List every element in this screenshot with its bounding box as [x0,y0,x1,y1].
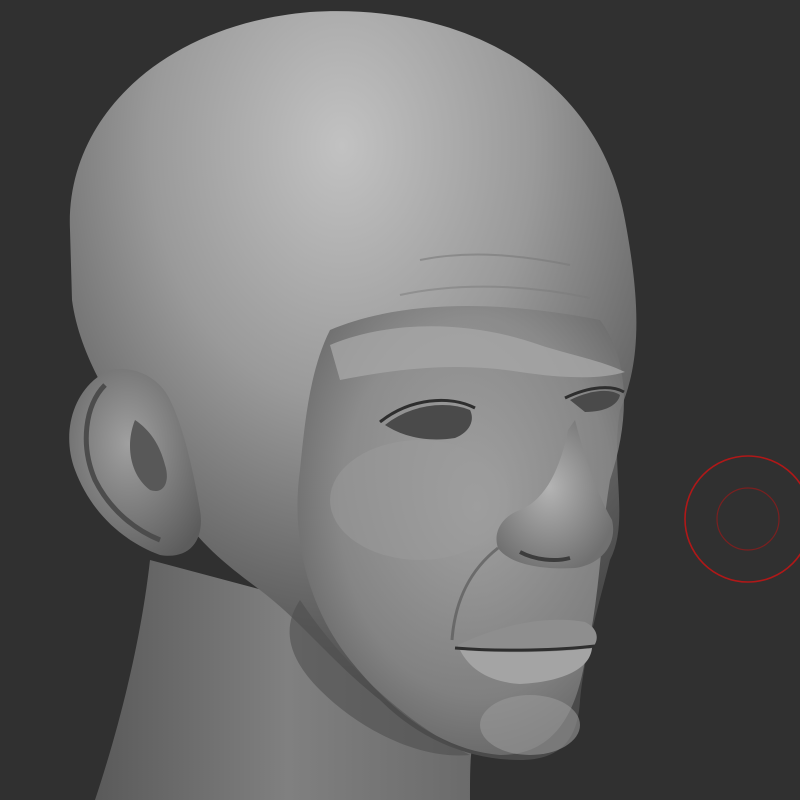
chin [480,695,580,755]
cheek [330,440,510,560]
sculpt-viewport[interactable] [0,0,800,800]
brush-cursor-icon [684,455,800,583]
head-sculpt-model[interactable] [0,0,800,800]
